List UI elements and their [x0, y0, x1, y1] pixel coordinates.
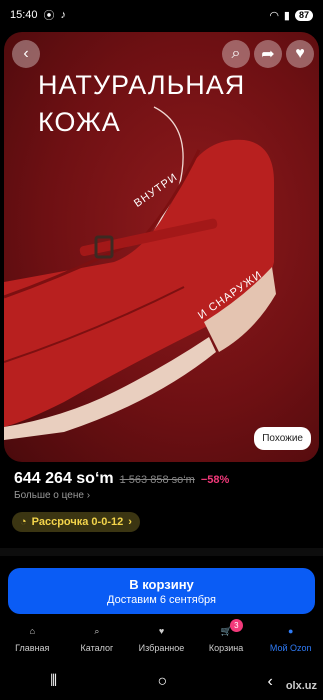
add-to-cart-button[interactable]: В корзину Доставим 6 сентября: [8, 568, 315, 614]
share-icon: ➦: [261, 46, 275, 63]
search-icon: ⌕: [94, 625, 100, 636]
installment-button[interactable]: ◔ Рассрочка 0-0-12 ›: [12, 512, 140, 532]
price-row: 644 264 so‘m 1 563 858 so‘m −58%: [14, 470, 229, 488]
nav-label: Каталог: [80, 643, 114, 653]
home-icon: ⌂: [29, 626, 36, 636]
similar-button[interactable]: Похожие: [254, 427, 311, 450]
nav-label: Избранное: [138, 643, 185, 653]
cart-count-badge: 3: [230, 619, 243, 632]
search-button[interactable]: ⌕: [222, 40, 250, 68]
location-icon: ⦿: [43, 10, 55, 22]
back-button[interactable]: ‹: [12, 40, 40, 68]
favorite-button[interactable]: ♥: [286, 40, 314, 68]
cart-button-label: В корзину: [129, 576, 194, 592]
status-time: 15:40: [10, 9, 38, 21]
wifi-icon: ◠: [269, 9, 279, 22]
old-price: 1 563 858 so‘m: [119, 474, 195, 486]
share-button[interactable]: ➦: [254, 40, 282, 68]
more-about-price-link[interactable]: Больше о цене ›: [14, 490, 90, 501]
photo-title-line2: КОЖА: [38, 107, 121, 137]
nav-label: Корзина: [208, 643, 244, 653]
current-price: 644 264 so‘m: [14, 470, 114, 487]
discount-badge: −58%: [200, 474, 230, 486]
status-bar: 15:40 ⦿ ♪ ◠ ▮ 87: [0, 0, 323, 30]
tiktok-icon: ♪: [60, 9, 67, 21]
signal-icon: ▮: [283, 9, 290, 22]
recent-apps-icon[interactable]: ⦀: [50, 673, 57, 691]
nav-item-home[interactable]: ⌂ Главная: [2, 622, 62, 658]
back-icon[interactable]: ‹: [268, 673, 273, 691]
profile-icon: ●: [287, 626, 294, 636]
nav-item-favorites[interactable]: ♥ Избранное: [131, 622, 191, 658]
heart-icon: ♥: [158, 626, 165, 636]
nav-item-cart[interactable]: 🛒 3 Корзина: [196, 619, 256, 658]
nav-item-my-ozon[interactable]: ● Мой Ozon: [261, 622, 321, 658]
system-nav-bar: ⦀ ○ ‹: [0, 664, 323, 700]
photo-title-line1: НАТУРАЛЬНАЯ: [38, 70, 246, 100]
delivery-date: Доставим 6 сентября: [107, 593, 216, 606]
battery-indicator: 87: [294, 9, 313, 21]
search-icon: ⌕: [231, 45, 241, 62]
nav-label: Главная: [15, 643, 50, 653]
heart-icon: ♥: [295, 45, 305, 62]
chevron-left-icon: ‹: [23, 45, 29, 62]
more-about-price-label: Больше о цене: [14, 490, 84, 501]
watermark: olx.uz: [285, 680, 317, 692]
chevron-right-icon: ›: [128, 516, 132, 528]
installment-icon: ◔: [20, 516, 27, 528]
product-photo[interactable]: ‹ ⌕ ➦ ♥ НАТУРАЛЬНАЯ КОЖА ВНУТРИ И СНАРУЖ…: [4, 32, 319, 462]
bottom-navigation: ⌂ Главная ⌕ Каталог ♥ Избранное 🛒 3 Корз…: [0, 619, 323, 658]
home-button-icon[interactable]: ○: [158, 673, 168, 691]
installment-label: Рассрочка 0-0-12: [31, 516, 124, 528]
divider: [0, 548, 323, 556]
nav-label: Мой Ozon: [269, 643, 312, 653]
nav-item-catalog[interactable]: ⌕ Каталог: [67, 622, 127, 658]
